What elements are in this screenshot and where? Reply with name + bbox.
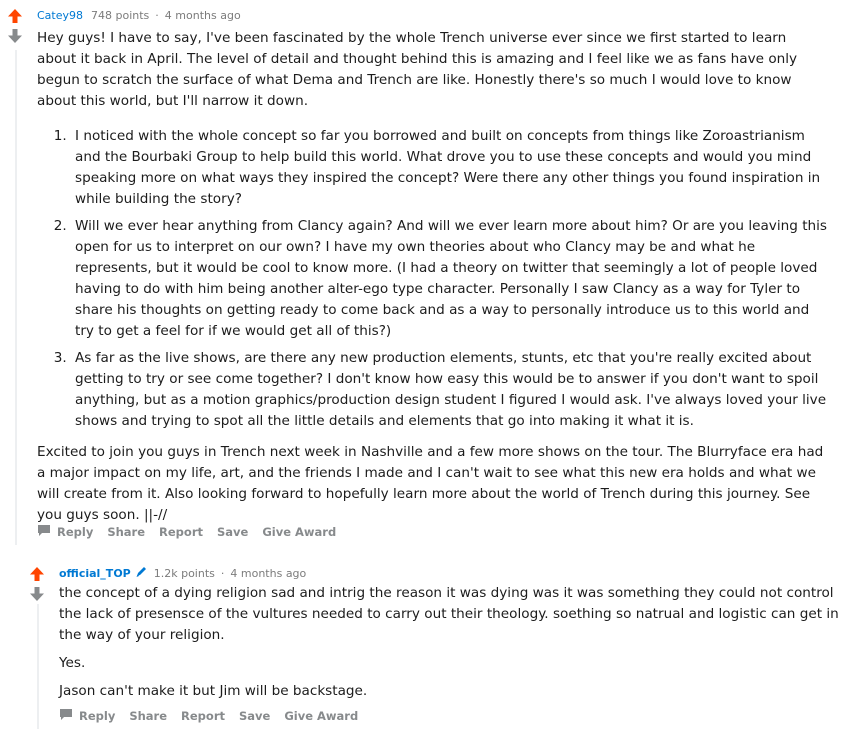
- reply-button[interactable]: Reply: [59, 708, 115, 724]
- give-award-button[interactable]: Give Award: [262, 525, 336, 539]
- comment-paragraph: Hey guys! I have to say, I've been fasci…: [37, 30, 798, 109]
- comment-bubble-icon: [59, 708, 73, 724]
- give-award-button[interactable]: Give Award: [284, 709, 358, 723]
- reply-button[interactable]: Reply: [37, 524, 93, 540]
- reply-label: Reply: [57, 525, 94, 539]
- timestamp[interactable]: 4 months ago: [165, 9, 241, 22]
- share-button[interactable]: Share: [107, 525, 145, 539]
- separator-dot: ·: [155, 9, 159, 22]
- list-item: As far as the live shows, are there any …: [71, 348, 827, 432]
- save-button[interactable]: Save: [217, 525, 248, 539]
- thread-line[interactable]: [15, 50, 17, 545]
- comment-actions: Reply Share Report Save Give Award: [37, 524, 350, 540]
- comment-body: the concept of a dying religion sad and …: [59, 583, 841, 709]
- downvote-arrow-icon[interactable]: [7, 28, 23, 44]
- save-button[interactable]: Save: [239, 709, 270, 723]
- share-button[interactable]: Share: [129, 709, 167, 723]
- timestamp[interactable]: 4 months ago: [230, 567, 306, 580]
- numbered-list: I noticed with the whole concept so far …: [71, 126, 827, 432]
- author-link[interactable]: Catey98: [37, 9, 83, 22]
- comment-meta: official_TOP 1.2k points · 4 months ago: [59, 565, 306, 581]
- comment-bubble-icon: [37, 524, 51, 540]
- list-item: I noticed with the whole concept so far …: [71, 126, 827, 210]
- comment-body: Hey guys! I have to say, I've been fasci…: [37, 28, 827, 533]
- separator-dot: ·: [220, 566, 225, 580]
- pen-icon: [135, 565, 148, 581]
- thread-line[interactable]: [37, 604, 39, 729]
- vote-column: [7, 8, 27, 44]
- vote-column: [29, 566, 49, 602]
- comment-actions: Reply Share Report Save Give Award: [59, 708, 372, 724]
- points: 1.2k points: [153, 566, 215, 580]
- downvote-arrow-icon[interactable]: [29, 586, 45, 602]
- comment-paragraph: the concept of a dying religion sad and …: [59, 585, 839, 643]
- comment-paragraph: Yes.: [59, 655, 86, 671]
- points: 748 points: [91, 9, 150, 22]
- author-link[interactable]: official_TOP: [59, 567, 131, 580]
- comment-meta: Catey98 748 points · 4 months ago: [37, 9, 241, 22]
- comment-paragraph: Jason can't make it but Jim will be back…: [59, 683, 368, 699]
- upvote-arrow-icon[interactable]: [29, 566, 45, 582]
- comment-paragraph: Excited to join you guys in Trench next …: [37, 444, 824, 523]
- comment-1: Catey98 748 points · 4 months ago Hey gu…: [0, 0, 845, 548]
- report-button[interactable]: Report: [181, 709, 225, 723]
- reply-label: Reply: [79, 709, 116, 723]
- list-item: Will we ever hear anything from Clancy a…: [71, 216, 827, 342]
- upvote-arrow-icon[interactable]: [7, 8, 23, 24]
- report-button[interactable]: Report: [159, 525, 203, 539]
